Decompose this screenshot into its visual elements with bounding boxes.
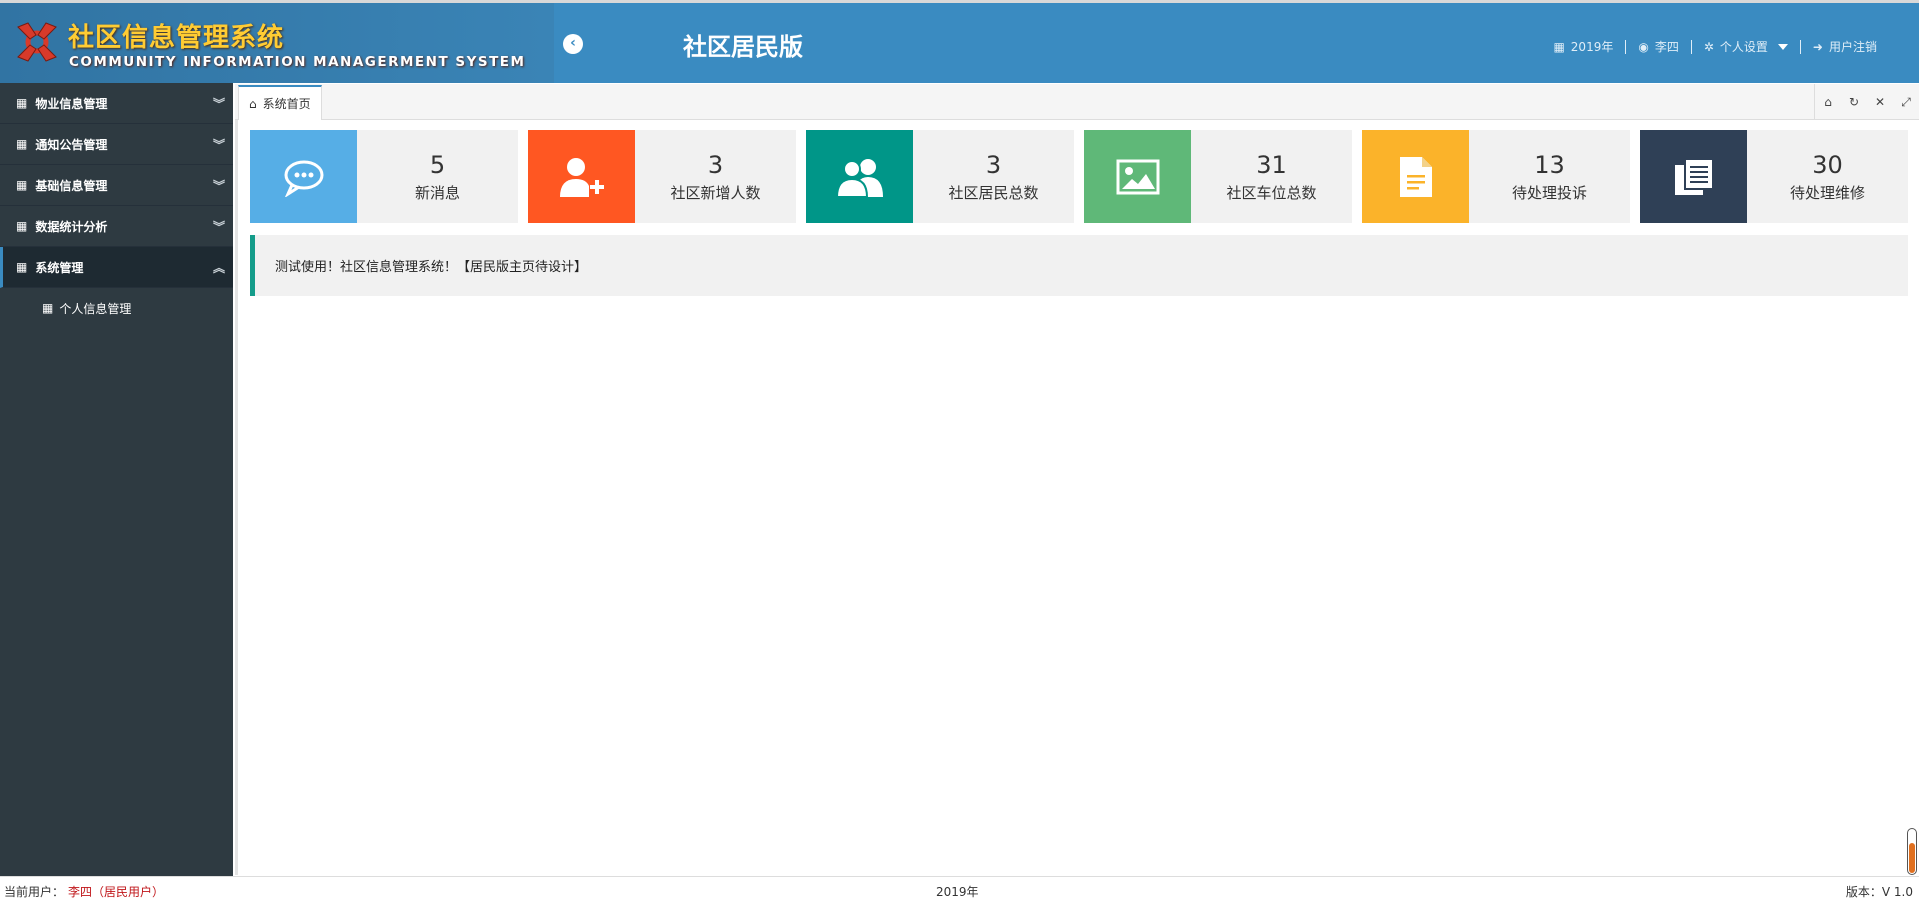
- footer-year: 2019年: [936, 885, 979, 899]
- stat-card-complaints[interactable]: 13 待处理投诉: [1362, 130, 1630, 223]
- stat-value: 5: [429, 150, 446, 179]
- stat-value: 3: [707, 150, 724, 179]
- stat-card-total-residents[interactable]: 3 社区居民总数: [806, 130, 1074, 223]
- stat-card-parking[interactable]: 31 社区车位总数: [1084, 130, 1352, 223]
- nav-year-label: 2019年: [1570, 40, 1614, 54]
- sidebar-subitem-personal-info[interactable]: ▦ 个人信息管理: [0, 288, 233, 328]
- scrollbar[interactable]: [1907, 828, 1917, 875]
- top-nav: ▦ 2019年 ◉ 李四 ✲ 个人设置 ➜ 用户注销: [1541, 38, 1889, 55]
- stat-card-new-residents[interactable]: 3 社区新增人数: [528, 130, 796, 223]
- stat-value: 31: [1256, 150, 1287, 179]
- sidebar-item-label: 基础信息管理: [35, 178, 108, 193]
- stat-cards: 5 新消息 3 社区新增人数 3 社区居民总数 31 社区车位总数 13 待处理…: [250, 130, 1908, 223]
- sidebar-item-property[interactable]: ▦ 物业信息管理 ︾: [0, 83, 233, 124]
- system-subtitle: COMMUNITY INFORMATION MANAGERMENT SYSTEM: [69, 54, 526, 70]
- nav-user[interactable]: ◉ 李四: [1626, 38, 1691, 55]
- footer-current-user: 当前用户： 李四（居民用户）: [4, 883, 164, 900]
- calendar-icon: ▦: [16, 260, 28, 274]
- nav-year[interactable]: ▦ 2019年: [1541, 38, 1625, 55]
- stat-value: 30: [1812, 150, 1843, 179]
- sidebar-toggle-button[interactable]: ‹: [563, 34, 583, 54]
- stat-card-repairs[interactable]: 30 待处理维修: [1640, 130, 1908, 223]
- logo-area: 社区信息管理系统 COMMUNITY INFORMATION MANAGERME…: [0, 3, 554, 83]
- sidebar-item-notice[interactable]: ▦ 通知公告管理 ︾: [0, 124, 233, 165]
- tab-refresh-button[interactable]: ↻: [1841, 84, 1867, 120]
- calendar-icon: ▦: [1553, 39, 1565, 54]
- edition-title: 社区居民版: [683, 33, 803, 61]
- tab-tools: ⌂ ↻ ✕ ⤢: [1814, 84, 1919, 120]
- nav-user-label: 李四: [1654, 40, 1679, 54]
- nav-settings-dropdown[interactable]: ✲ 个人设置: [1692, 38, 1800, 55]
- stat-label: 社区新增人数: [670, 183, 761, 202]
- calendar-icon: ▦: [16, 219, 28, 233]
- calendar-icon: ▦: [16, 178, 28, 192]
- top-header: 社区信息管理系统 COMMUNITY INFORMATION MANAGERME…: [0, 0, 1919, 83]
- tab-close-button[interactable]: ✕: [1867, 84, 1893, 120]
- notice-banner: 测试使用！社区信息管理系统！【居民版主页待设计】: [250, 235, 1908, 296]
- chevron-double-down-icon: ︾: [212, 138, 225, 152]
- chevron-double-down-icon: ︾: [212, 220, 225, 234]
- sidebar: ▦ 物业信息管理 ︾ ▦ 通知公告管理 ︾ ▦ 基础信息管理 ︾ ▦ 数据统计分…: [0, 83, 233, 876]
- footer-user-value: 李四（居民用户）: [68, 885, 165, 899]
- image-icon: [1084, 130, 1191, 223]
- calendar-icon: ▦: [16, 96, 28, 110]
- stat-label: 社区居民总数: [948, 183, 1039, 202]
- tab-fullscreen-button[interactable]: ⤢: [1893, 84, 1919, 120]
- sidebar-item-statistics[interactable]: ▦ 数据统计分析 ︾: [0, 206, 233, 247]
- sidebar-item-system[interactable]: ▦ 系统管理 ︽: [0, 247, 233, 288]
- tab-home[interactable]: ⌂ 系统首页: [238, 85, 322, 120]
- calendar-icon: ▦: [42, 301, 54, 315]
- stat-label: 待处理维修: [1789, 183, 1865, 202]
- stat-value: 13: [1534, 150, 1565, 179]
- chevron-double-down-icon: ︾: [212, 179, 225, 193]
- sidebar-item-label: 物业信息管理: [35, 96, 108, 111]
- refresh-icon: ↻: [1848, 95, 1860, 109]
- chat-icon: [250, 130, 357, 223]
- sidebar-item-label: 通知公告管理: [35, 137, 108, 152]
- tab-home-button[interactable]: ⌂: [1815, 84, 1841, 120]
- stat-label: 社区车位总数: [1226, 183, 1317, 202]
- nav-settings-label: 个人设置: [1719, 40, 1768, 54]
- user-circle-icon: ◉: [1638, 39, 1649, 54]
- sidebar-item-label: 系统管理: [35, 260, 84, 275]
- scrollbar-thumb[interactable]: [1909, 843, 1915, 873]
- close-icon: ✕: [1874, 95, 1886, 109]
- caret-down-icon: [1777, 43, 1788, 50]
- gear-icon: ✲: [1703, 39, 1714, 54]
- nav-logout-label: 用户注销: [1828, 40, 1877, 54]
- sign-out-icon: ➜: [1812, 39, 1823, 54]
- home-icon: ⌂: [249, 96, 257, 111]
- stat-card-messages[interactable]: 5 新消息: [250, 130, 518, 223]
- stat-value: 3: [985, 150, 1002, 179]
- system-title: 社区信息管理系统: [68, 23, 285, 53]
- document-icon: [1362, 130, 1469, 223]
- sidebar-subitem-label: 个人信息管理: [59, 301, 132, 316]
- sidebar-item-basic-info[interactable]: ▦ 基础信息管理 ︾: [0, 165, 233, 206]
- calendar-icon: ▦: [16, 137, 28, 151]
- nav-logout[interactable]: ➜ 用户注销: [1801, 38, 1889, 55]
- chevron-double-down-icon: ︾: [212, 97, 225, 111]
- home-icon: ⌂: [1824, 95, 1832, 109]
- tab-label: 系统首页: [262, 97, 311, 111]
- expand-icon: ⤢: [1901, 94, 1911, 109]
- users-icon: [806, 130, 913, 223]
- add-user-icon: [528, 130, 635, 223]
- documents-icon: [1640, 130, 1747, 223]
- logo-icon: [17, 22, 57, 62]
- chevron-left-icon: ‹: [570, 35, 576, 51]
- footer-user-label: 当前用户：: [4, 885, 65, 899]
- footer-version: 版本：V 1.0: [1845, 885, 1913, 899]
- content-divider: [235, 120, 238, 875]
- sidebar-item-label: 数据统计分析: [35, 219, 108, 234]
- tab-bar: ⌂ 系统首页 ⌂ ↻ ✕ ⤢: [235, 84, 1919, 120]
- stat-label: 待处理投诉: [1511, 183, 1587, 202]
- stat-label: 新消息: [414, 183, 460, 202]
- footer: 当前用户： 李四（居民用户） 2019年 版本：V 1.0: [0, 876, 1919, 901]
- chevron-double-up-icon: ︽: [212, 261, 225, 275]
